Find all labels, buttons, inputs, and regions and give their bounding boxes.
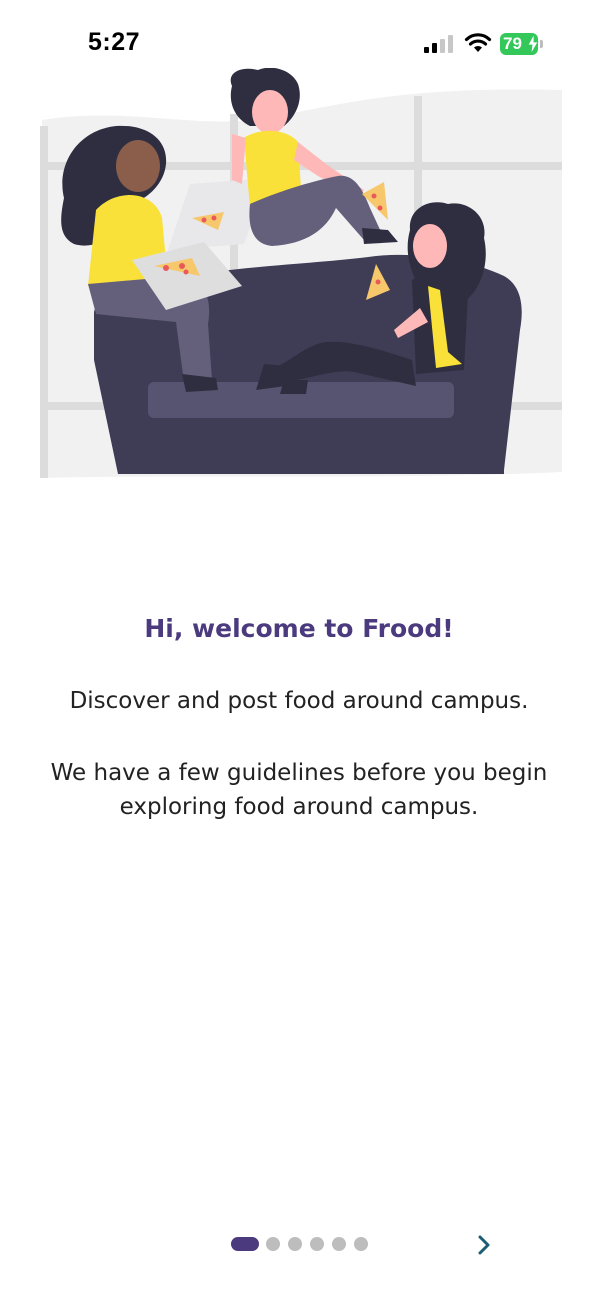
page-dot[interactable] — [332, 1237, 346, 1251]
page-indicator — [0, 1236, 598, 1256]
page-dot[interactable] — [288, 1237, 302, 1251]
page-dot[interactable] — [354, 1237, 368, 1251]
next-button[interactable] — [472, 1232, 496, 1258]
guidelines-line-1: We have a few guidelines before you begi… — [50, 760, 548, 786]
charging-bolt-icon — [527, 34, 539, 54]
status-time: 5:27 — [88, 28, 141, 56]
welcome-title: Hi, welcome to Frood! — [144, 614, 454, 643]
page-dot[interactable] — [310, 1237, 324, 1251]
cellular-signal-icon — [424, 35, 453, 53]
friends-sharing-pizza-illustration — [40, 68, 562, 478]
battery-cap — [540, 40, 543, 48]
guidelines-text: We have a few guidelines before you begi… — [0, 756, 598, 824]
battery-level: 79 — [503, 34, 522, 53]
guidelines-line-2: exploring food around campus. — [119, 794, 479, 820]
intro-text: Discover and post food around campus. — [69, 688, 529, 714]
wifi-icon — [464, 33, 492, 52]
page-dot-active[interactable] — [231, 1237, 259, 1251]
page-dot[interactable] — [266, 1237, 280, 1251]
chevron-right-icon — [478, 1235, 490, 1255]
